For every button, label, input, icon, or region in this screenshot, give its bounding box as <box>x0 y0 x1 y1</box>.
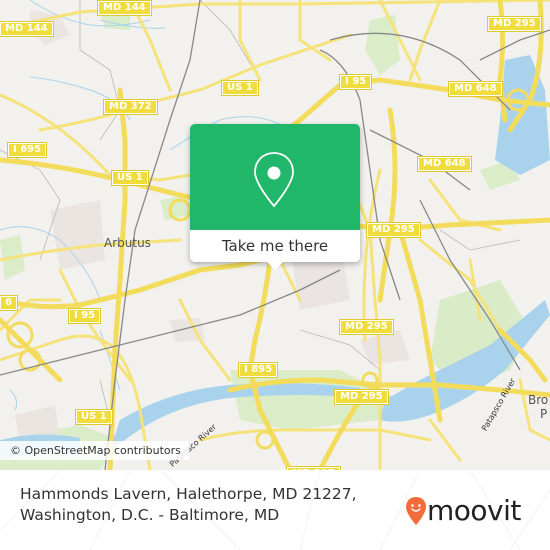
road-shield: MD 295 <box>334 389 389 405</box>
road-shield: US 1 <box>75 409 113 425</box>
moovit-pin-icon <box>406 497 426 525</box>
destination-popup: Take me there <box>190 124 360 270</box>
road-shield: MD 372 <box>103 99 158 115</box>
road-shield: MD 295 <box>339 319 394 335</box>
address: Hammonds Lavern, Halethorpe, MD 21227, W… <box>20 484 357 526</box>
footer: Hammonds Lavern, Halethorpe, MD 21227, W… <box>0 470 550 550</box>
map-pin-icon <box>254 152 294 208</box>
road-shield: US 1 <box>221 80 259 96</box>
road-shield: MD 648 <box>417 156 472 172</box>
road-shield: I 895 <box>237 362 279 378</box>
popup-header <box>190 124 360 230</box>
take-me-there-button[interactable]: Take me there <box>190 230 360 262</box>
road-shield: MD 295 <box>366 222 421 238</box>
osm-attribution[interactable]: © OpenStreetMap contributors <box>0 441 189 460</box>
road-shield: I 695 <box>6 142 48 158</box>
popup-pointer <box>267 262 283 270</box>
moovit-wordmark: moovit <box>427 494 521 527</box>
place-label: Bro <box>528 393 549 407</box>
road-shield: I 95 <box>67 308 102 324</box>
road-shield: MD 144 <box>0 21 54 37</box>
road-shield: I 95 <box>338 74 373 90</box>
road-shield: US 1 <box>111 170 149 186</box>
road-shield: MD 648 <box>448 81 503 97</box>
road-shield: MD 144 <box>97 0 152 16</box>
address-line-1: Hammonds Lavern, Halethorpe, MD 21227, <box>20 485 357 503</box>
place-label: P <box>540 407 548 421</box>
place-label: Arbutus <box>104 236 151 250</box>
road-shield: 6 <box>0 295 18 311</box>
road-shield: MD 295 <box>487 16 542 32</box>
address-line-2: Washington, D.C. - Baltimore, MD <box>20 506 280 524</box>
